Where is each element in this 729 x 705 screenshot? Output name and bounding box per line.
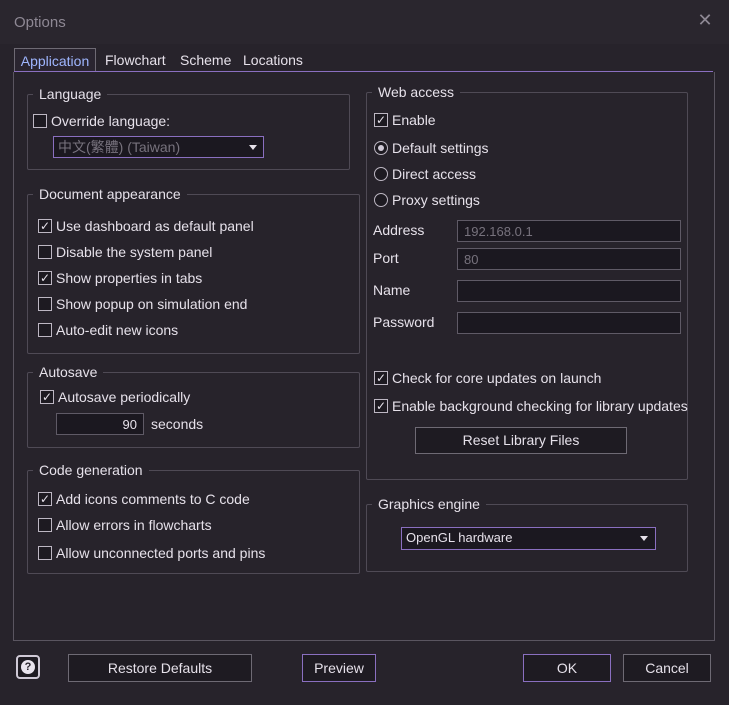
autosave-group (27, 372, 360, 448)
add-icon-comments-label: Add icons comments to C code (56, 491, 250, 507)
direct-access-label: Direct access (392, 166, 477, 182)
background-check-label: Enable background checking for library u… (392, 398, 688, 414)
graphics-engine-title: Graphics engine (372, 496, 486, 512)
autosave-title: Autosave (33, 364, 104, 380)
show-properties-tabs-label: Show properties in tabs (56, 270, 203, 286)
web-access-title: Web access (372, 84, 460, 100)
close-icon[interactable]: ✕ (697, 11, 713, 29)
check-icon: ✓ (375, 371, 387, 385)
default-settings-radio[interactable] (374, 141, 388, 155)
web-enable-label: Enable (392, 112, 436, 128)
help-button[interactable]: ? (16, 655, 40, 679)
web-enable-checkbox[interactable]: ✓ (374, 113, 388, 127)
use-dashboard-label: Use dashboard as default panel (56, 218, 254, 234)
check-icon: ✓ (375, 399, 387, 413)
override-language-checkbox[interactable] (33, 114, 47, 128)
disable-system-panel-label: Disable the system panel (56, 244, 213, 260)
override-language-label: Override language: (51, 113, 171, 129)
window-title: Options (14, 14, 66, 31)
password-field[interactable] (457, 312, 681, 334)
show-popup-label: Show popup on simulation end (56, 296, 248, 312)
add-icon-comments-checkbox[interactable]: ✓ (38, 492, 52, 506)
proxy-settings-radio[interactable] (374, 193, 388, 207)
disable-system-panel-checkbox[interactable] (38, 245, 52, 259)
name-label: Name (373, 282, 411, 298)
graphics-engine-value: OpenGL hardware (406, 530, 513, 545)
auto-edit-icons-checkbox[interactable] (38, 323, 52, 337)
ok-button[interactable]: OK (523, 654, 611, 682)
tab-scheme[interactable]: Scheme (180, 52, 231, 68)
check-icon: ✓ (39, 219, 51, 233)
show-popup-checkbox[interactable] (38, 297, 52, 311)
tab-flowchart[interactable]: Flowchart (105, 52, 166, 68)
check-icon: ✓ (39, 492, 51, 506)
document-appearance-title: Document appearance (33, 186, 187, 202)
check-core-updates-label: Check for core updates on launch (392, 370, 602, 386)
default-settings-label: Default settings (392, 140, 489, 156)
language-select-value: 中文(繁體) (Taiwan) (58, 139, 181, 155)
restore-defaults-button[interactable]: Restore Defaults (68, 654, 252, 682)
language-select[interactable]: 中文(繁體) (Taiwan) (53, 136, 264, 158)
tab-locations[interactable]: Locations (243, 52, 303, 68)
allow-errors-label: Allow errors in flowcharts (56, 517, 212, 533)
name-field[interactable] (457, 280, 681, 302)
cancel-button[interactable]: Cancel (623, 654, 711, 682)
help-icon: ? (21, 660, 35, 674)
check-core-updates-checkbox[interactable]: ✓ (374, 371, 388, 385)
proxy-settings-label: Proxy settings (392, 192, 480, 208)
password-label: Password (373, 314, 435, 330)
allow-errors-checkbox[interactable] (38, 518, 52, 532)
seconds-label: seconds (151, 416, 204, 432)
direct-access-radio[interactable] (374, 167, 388, 181)
language-group (27, 94, 350, 170)
tab-application[interactable]: Application (14, 48, 96, 73)
auto-edit-icons-label: Auto-edit new icons (56, 322, 179, 338)
preview-button[interactable]: Preview (302, 654, 376, 682)
language-group-title: Language (33, 86, 108, 102)
title-bar (0, 0, 729, 44)
autosave-periodically-label: Autosave periodically (58, 389, 191, 405)
autosave-periodically-checkbox[interactable]: ✓ (40, 390, 54, 404)
chevron-down-icon (249, 145, 257, 150)
address-label: Address (373, 222, 425, 238)
allow-unconnected-checkbox[interactable] (38, 546, 52, 560)
check-icon: ✓ (39, 271, 51, 285)
allow-unconnected-label: Allow unconnected ports and pins (56, 545, 266, 561)
address-field[interactable]: 192.168.0.1 (457, 220, 681, 242)
show-properties-tabs-checkbox[interactable]: ✓ (38, 271, 52, 285)
background-check-checkbox[interactable]: ✓ (374, 399, 388, 413)
check-icon: ✓ (375, 113, 387, 127)
graphics-engine-select[interactable]: OpenGL hardware (401, 527, 656, 550)
use-dashboard-checkbox[interactable]: ✓ (38, 219, 52, 233)
autosave-seconds-input[interactable]: 90 (56, 413, 144, 435)
port-field[interactable]: 80 (457, 248, 681, 270)
chevron-down-icon (640, 536, 648, 541)
check-icon: ✓ (41, 390, 53, 404)
port-label: Port (373, 250, 399, 266)
reset-library-button[interactable]: Reset Library Files (415, 427, 627, 454)
code-generation-title: Code generation (33, 462, 149, 478)
